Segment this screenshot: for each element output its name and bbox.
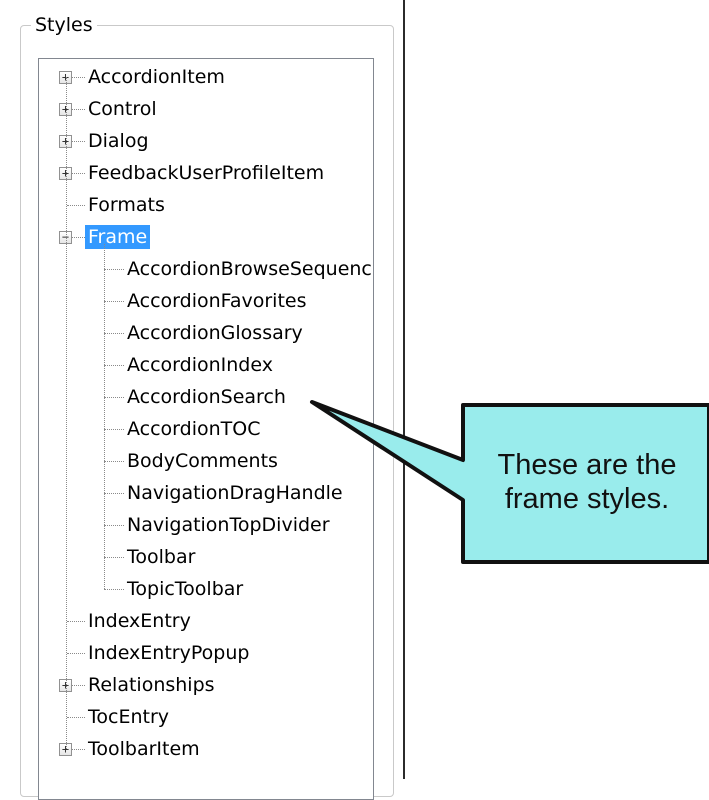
callout-annotation	[310, 400, 709, 564]
callout-text-line-1: These are the	[497, 449, 677, 481]
callout-text: These are the frame styles.	[466, 448, 708, 516]
callout-text-line-2: frame styles.	[504, 483, 670, 515]
